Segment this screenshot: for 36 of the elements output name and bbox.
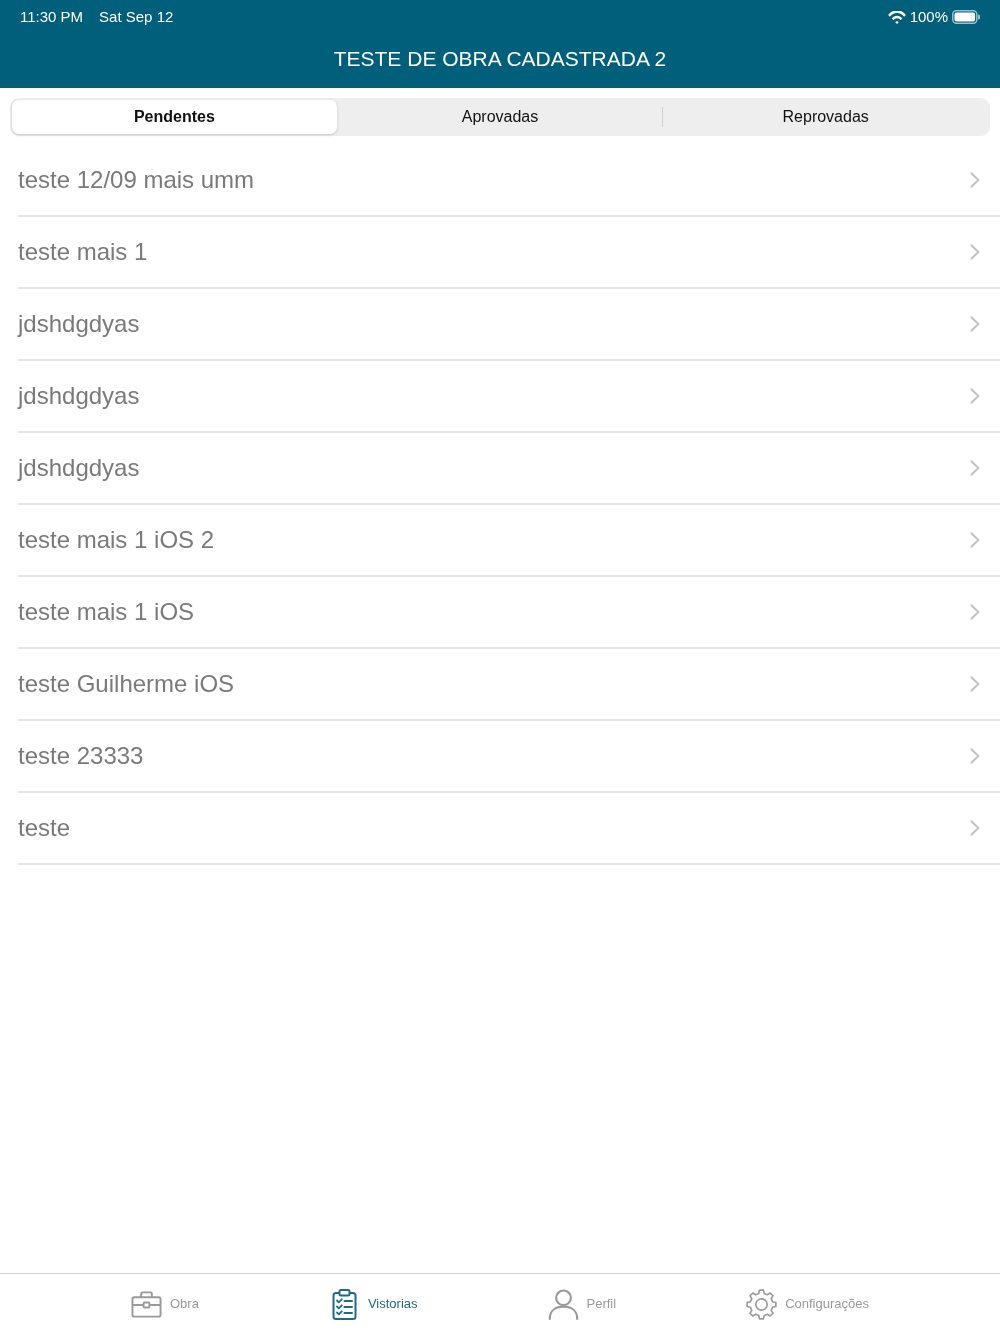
- chevron-icon: [970, 532, 980, 548]
- person-icon: [547, 1288, 579, 1320]
- list-item[interactable]: teste mais 1 iOS 2: [18, 505, 1000, 577]
- segment-tab[interactable]: Pendentes: [12, 100, 337, 134]
- segment-tab[interactable]: Aprovadas: [337, 100, 663, 134]
- nav-title: TESTE DE OBRA CADASTRADA 2: [333, 46, 667, 73]
- list-item[interactable]: jdshdgdyas: [18, 433, 1000, 505]
- list-item[interactable]: teste Guilherme iOS: [18, 649, 1000, 721]
- chevron-icon: [970, 244, 980, 260]
- tab-bar-item[interactable]: Configurações: [746, 1288, 869, 1320]
- battery-percentage: 100%: [909, 6, 948, 27]
- chevron-icon: [970, 316, 980, 332]
- battery-icon: [952, 10, 980, 24]
- chevron-icon: [970, 820, 980, 836]
- chevron-icon: [970, 676, 980, 692]
- briefcase-icon: [131, 1288, 162, 1320]
- chevron-icon: [970, 748, 980, 764]
- segment-tab[interactable]: Reprovadas: [663, 100, 988, 134]
- list-item[interactable]: teste: [18, 793, 1000, 865]
- list-item[interactable]: teste mais 1 iOS: [18, 577, 1000, 649]
- chevron-icon: [970, 388, 980, 404]
- chevron-icon: [970, 460, 980, 476]
- chevron-icon: [970, 604, 980, 620]
- tab-bar-item[interactable]: Obra: [131, 1288, 199, 1320]
- chevron-icon: [970, 172, 980, 188]
- list-item[interactable]: teste 23333: [18, 721, 1000, 793]
- status-date: Sat Sep 12: [99, 6, 174, 27]
- list-item[interactable]: jdshdgdyas: [18, 289, 1000, 361]
- tab-bar-item[interactable]: Perfil: [547, 1288, 617, 1320]
- list-item[interactable]: teste mais 1: [18, 217, 1000, 289]
- settings-icon: [746, 1288, 778, 1320]
- wifi-icon: [887, 10, 906, 24]
- list-item[interactable]: jdshdgdyas: [18, 361, 1000, 433]
- tab-bar-item[interactable]: Vistorias: [328, 1288, 418, 1320]
- status-time: 11:30 PM: [20, 6, 84, 27]
- list-item[interactable]: teste 12/09 mais umm: [18, 145, 1000, 217]
